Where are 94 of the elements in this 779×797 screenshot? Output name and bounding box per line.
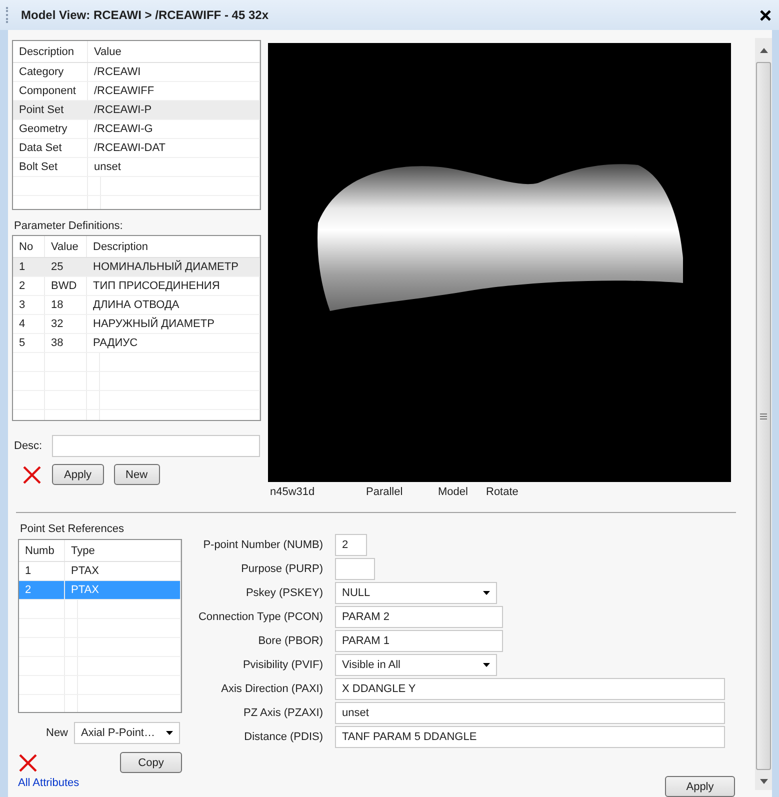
delete-icon[interactable] — [22, 464, 42, 484]
field-label: PZ Axis (PZAXI) — [242, 707, 323, 719]
table-cell: /RCEAWI-P — [88, 101, 260, 119]
table-cell: 25 — [45, 258, 87, 276]
dropdown-field[interactable]: Visible in All — [335, 654, 497, 676]
scrollbar[interactable] — [755, 38, 772, 790]
section-label: Point Set References — [20, 523, 124, 535]
apply-button[interactable]: Apply — [665, 776, 735, 797]
table-cell: ДЛИНА ОТВОДА — [87, 296, 260, 314]
model-viewport[interactable] — [268, 43, 731, 482]
input-field[interactable]: PARAM 1 — [335, 630, 503, 652]
table-cell: Category — [13, 63, 88, 81]
table-cell: 18 — [45, 296, 87, 314]
input-field[interactable]: TANF PARAM 5 DDANGLE — [335, 726, 725, 748]
table-cell: 3 — [13, 296, 45, 314]
table-row[interactable]: 5 38 РАДИУС — [13, 334, 260, 353]
field-label: Pvisibility (PVIF) — [242, 659, 323, 671]
column-header[interactable]: Numb — [19, 540, 65, 561]
table-row[interactable]: 2 BWD ТИП ПРИСОЕДИНЕНИЯ — [13, 277, 260, 296]
table-cell: /RCEAWIFF — [88, 82, 260, 100]
close-icon[interactable] — [760, 10, 771, 20]
table-row[interactable]: Data Set /RCEAWI-DAT — [13, 139, 260, 158]
input-field[interactable]: 2 — [335, 534, 367, 556]
table-cell: Data Set — [13, 139, 88, 157]
table-row[interactable]: 1 25 НОМИНАЛЬНЫЙ ДИАМЕТР — [13, 258, 260, 277]
field-label: Desc: — [14, 440, 42, 452]
caret-icon — [483, 591, 490, 595]
field-label: Purpose (PURP) — [240, 563, 323, 575]
column-header[interactable]: Value — [88, 41, 260, 62]
field-label: P-point Number (NUMB) — [202, 539, 323, 551]
input-field[interactable] — [335, 558, 375, 580]
table-cell: PTAX — [65, 562, 181, 580]
table-row[interactable]: 3 18 ДЛИНА ОТВОДА — [13, 296, 260, 315]
delete-icon[interactable] — [18, 752, 38, 772]
status-text: n45w31d — [270, 486, 316, 498]
table-cell: Component — [13, 82, 88, 100]
table-cell: /RCEAWI-DAT — [88, 139, 260, 157]
table-cell: 1 — [13, 258, 45, 276]
table-row[interactable]: Category /RCEAWI — [13, 63, 260, 82]
table-row[interactable]: 4 32 НАРУЖНЫЙ ДИАМЕТР — [13, 315, 260, 334]
field-label: New — [46, 727, 68, 739]
table-cell: unset — [88, 158, 260, 176]
table-row[interactable]: Point Set /RCEAWI-P — [13, 101, 260, 120]
column-header[interactable]: Description — [13, 41, 88, 62]
table-cell: РАДИУС — [87, 334, 260, 352]
dialog-button[interactable]: New — [114, 464, 160, 485]
field-label: Connection Type (PCON) — [197, 611, 323, 623]
table-cell: Geometry — [13, 120, 88, 138]
table-row[interactable]: Bolt Set unset — [13, 158, 260, 177]
status-text: Parallel — [366, 486, 404, 498]
table-cell: /RCEAWI — [88, 63, 260, 81]
all-attributes-link[interactable]: All Attributes — [18, 777, 80, 789]
desc-field[interactable] — [52, 435, 260, 457]
table-cell: 2 — [19, 581, 65, 599]
caret-icon — [166, 731, 174, 735]
table-cell: 1 — [19, 562, 65, 580]
field-label: Bore (PBOR) — [257, 635, 323, 647]
input-field[interactable]: PARAM 2 — [335, 606, 503, 628]
column-header[interactable]: Type — [65, 540, 181, 561]
dropdown-field[interactable]: NULL — [335, 582, 497, 604]
scroll-down-icon[interactable] — [760, 779, 768, 784]
table-cell: 5 — [13, 334, 45, 352]
copy-button[interactable]: Copy — [120, 752, 182, 773]
table-cell: Point Set — [13, 101, 88, 119]
input-field[interactable]: X DDANGLE Y — [335, 678, 725, 700]
caret-icon — [483, 663, 490, 667]
scrollbar-thumb[interactable] — [756, 62, 771, 770]
column-header[interactable]: No — [13, 236, 45, 257]
table-cell: /RCEAWI-G — [88, 120, 260, 138]
grip-icon — [760, 412, 767, 420]
table-cell: 2 — [13, 277, 45, 295]
table-cell: 4 — [13, 315, 45, 333]
column-header[interactable]: Description — [87, 236, 260, 257]
table-cell: PTAX — [65, 581, 181, 599]
table-cell: BWD — [45, 277, 87, 295]
table-cell: 32 — [45, 315, 87, 333]
input-field[interactable]: unset — [335, 702, 725, 724]
scroll-up-icon[interactable] — [760, 48, 768, 53]
status-text: Rotate — [486, 486, 518, 498]
field-label: Distance (PDIS) — [243, 731, 323, 743]
table-cell: Bolt Set — [13, 158, 88, 176]
section-label: Parameter Definitions: — [14, 220, 124, 232]
table-cell: НАРУЖНЫЙ ДИАМЕТР — [87, 315, 260, 333]
field-label: Pskey (PSKEY) — [244, 587, 323, 599]
field-label: Axis Direction (PAXI) — [220, 683, 323, 695]
column-header[interactable]: Value — [45, 236, 87, 257]
dialog-button[interactable]: Apply — [52, 464, 104, 485]
table-cell: 38 — [45, 334, 87, 352]
table-row[interactable]: Geometry /RCEAWI-G — [13, 120, 260, 139]
window-title: Model View: RCEAWI > /RCEAWIFF - 45 32x — [21, 8, 270, 22]
status-text: Model — [438, 486, 469, 498]
table-cell: НОМИНАЛЬНЫЙ ДИАМЕТР — [87, 258, 260, 276]
table-cell: ТИП ПРИСОЕДИНЕНИЯ — [87, 277, 260, 295]
point-type-dropdown[interactable]: Axial P-Point… — [74, 722, 180, 744]
